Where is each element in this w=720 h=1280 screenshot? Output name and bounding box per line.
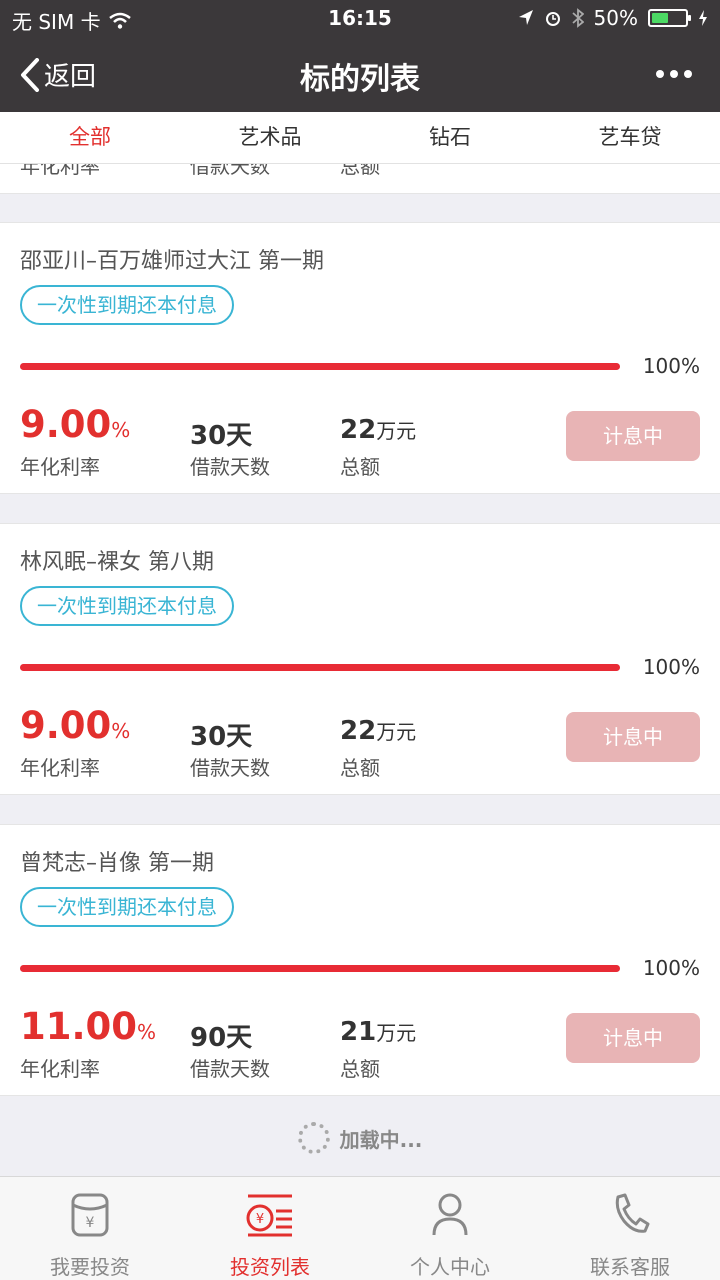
repayment-badge: 一次性到期还本付息: [20, 285, 234, 325]
loan-title: 曾梵志–肖像 第一期: [20, 851, 214, 876]
loading-indicator: 加载中...: [0, 1118, 720, 1158]
tab-all[interactable]: 全部: [0, 112, 180, 163]
loan-amount-label: 总额: [340, 1057, 380, 1081]
progress-percent: 100%: [642, 655, 700, 679]
tabbar-item-support[interactable]: 联系客服: [540, 1177, 720, 1280]
loan-amount-label: 总额: [340, 756, 380, 780]
tab-car-loan[interactable]: 艺车贷: [540, 112, 720, 163]
charging-icon: [699, 10, 707, 26]
annual-rate-label: 年化利率: [20, 455, 100, 479]
bluetooth-icon: [571, 8, 584, 28]
status-button[interactable]: 计息中: [566, 411, 700, 461]
annual-rate-label: 年化利率: [20, 756, 100, 780]
spinner-icon: [297, 1122, 330, 1154]
tabbar-label: 联系客服: [590, 1255, 670, 1279]
loan-days: 30天: [190, 722, 253, 752]
nav-bar: 返回 标的列表: [0, 36, 720, 112]
tabbar-item-invest-list[interactable]: ¥ 投资列表: [180, 1177, 360, 1280]
annual-rate: 9.00%: [20, 403, 131, 446]
annual-rate: 9.00%: [20, 704, 131, 747]
loan-title: 邵亚川–百万雄师过大江 第一期: [20, 249, 324, 274]
partial-amount-label: 总额: [340, 164, 380, 178]
tabbar-label: 个人中心: [410, 1255, 490, 1279]
loan-card[interactable]: 曾梵志–肖像 第一期 一次性到期还本付息 100% 11.00% 年化利率 90…: [0, 824, 720, 1096]
status-button[interactable]: 计息中: [566, 1013, 700, 1063]
status-bar: 无 SIM 卡 16:15 50%: [0, 0, 720, 36]
repayment-badge: 一次性到期还本付息: [20, 586, 234, 626]
battery-icon: [648, 9, 691, 27]
bottom-tab-bar: ¥ 我要投资 ¥ 投资列表 个人中心 联系客服: [0, 1176, 720, 1280]
status-button[interactable]: 计息中: [566, 712, 700, 762]
progress-bar: [20, 965, 620, 972]
phone-icon: [615, 1193, 650, 1233]
loan-days: 30天: [190, 421, 253, 451]
tab-diamond[interactable]: 钻石: [360, 112, 540, 163]
loan-days-label: 借款天数: [190, 455, 270, 479]
tabbar-label: 我要投资: [50, 1255, 130, 1279]
more-menu-button[interactable]: [654, 54, 694, 103]
loan-days: 90天: [190, 1023, 253, 1053]
progress-bar: [20, 664, 620, 671]
loan-card[interactable]: 林风眠–裸女 第八期 一次性到期还本付息 100% 9.00% 年化利率 30天…: [0, 523, 720, 795]
loan-card[interactable]: 邵亚川–百万雄师过大江 第一期 一次性到期还本付息 100% 9.00% 年化利…: [0, 222, 720, 494]
category-tabs: 全部 艺术品 钻石 艺车贷: [0, 112, 720, 164]
page-title: 标的列表: [300, 62, 420, 97]
annual-rate: 11.00%: [20, 1005, 157, 1048]
loan-days-label: 借款天数: [190, 756, 270, 780]
loan-amount-label: 总额: [340, 455, 380, 479]
tabbar-item-profile[interactable]: 个人中心: [360, 1177, 540, 1280]
partial-days-label: 借款天数: [190, 164, 270, 178]
partial-rate-label: 年化利率: [20, 164, 100, 178]
annual-rate-label: 年化利率: [20, 1057, 100, 1081]
invest-list-icon: ¥: [246, 1194, 292, 1237]
back-label: 返回: [44, 62, 97, 92]
repayment-badge: 一次性到期还本付息: [20, 887, 234, 927]
tabbar-item-invest[interactable]: ¥ 我要投资: [0, 1177, 180, 1280]
progress-bar: [20, 363, 620, 370]
svg-text:¥: ¥: [256, 1212, 264, 1227]
loan-days-label: 借款天数: [190, 1057, 270, 1081]
partial-loan-card[interactable]: 年化利率 借款天数 总额: [0, 164, 720, 194]
svg-text:¥: ¥: [86, 1215, 95, 1231]
person-icon: [432, 1193, 468, 1236]
loan-title: 林风眠–裸女 第八期: [20, 550, 214, 575]
chevron-left-icon: [21, 57, 39, 92]
progress-percent: 100%: [642, 354, 700, 378]
back-button[interactable]: 返回: [20, 56, 96, 93]
more-icon: [656, 70, 692, 78]
loading-text: 加载中...: [339, 1127, 423, 1152]
loan-amount: 22万元: [340, 415, 417, 445]
location-icon: [518, 10, 533, 25]
wallet-icon: ¥: [71, 1193, 109, 1237]
loan-amount: 21万元: [340, 1017, 417, 1047]
loan-amount: 22万元: [340, 716, 417, 746]
tab-art[interactable]: 艺术品: [180, 112, 360, 163]
battery-percent: 50%: [593, 6, 638, 30]
tabbar-label: 投资列表: [230, 1255, 310, 1279]
progress-percent: 100%: [642, 956, 700, 980]
alarm-icon: [545, 12, 560, 26]
